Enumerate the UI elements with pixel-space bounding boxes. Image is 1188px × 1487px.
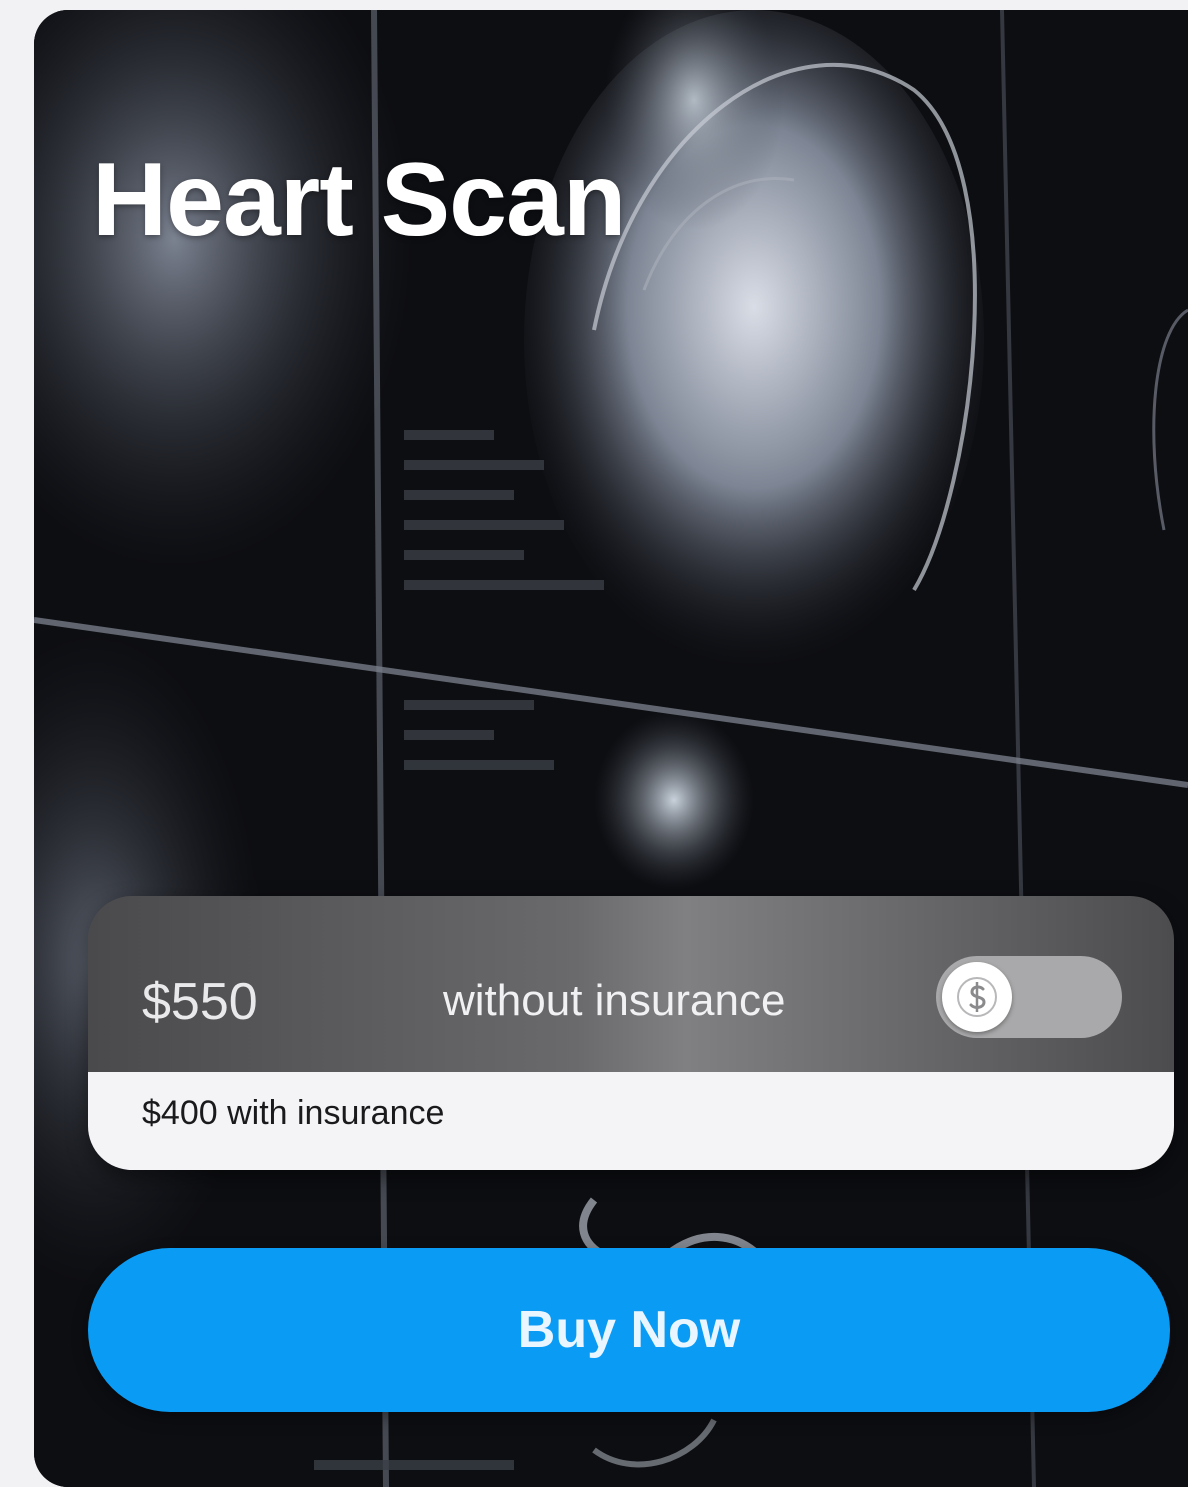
page-title: Heart Scan bbox=[92, 142, 626, 258]
price-without-insurance-row: $550 without insurance bbox=[88, 896, 1174, 1072]
price-note: without insurance bbox=[443, 976, 786, 1025]
price-panel: $550 without insurance $400 with insuran… bbox=[88, 896, 1174, 1170]
dollar-sign-icon bbox=[957, 977, 997, 1017]
price-with-insurance-row: $400 with insurance bbox=[88, 1072, 1174, 1170]
insured-price: $400 with insurance bbox=[142, 1094, 445, 1132]
product-card: Heart Scan $550 without insurance $400 w… bbox=[34, 10, 1188, 1487]
buy-now-button[interactable]: Buy Now bbox=[88, 1248, 1170, 1412]
insurance-toggle[interactable] bbox=[936, 956, 1122, 1038]
toggle-knob[interactable] bbox=[942, 962, 1012, 1032]
price-amount: $550 bbox=[142, 973, 258, 1031]
